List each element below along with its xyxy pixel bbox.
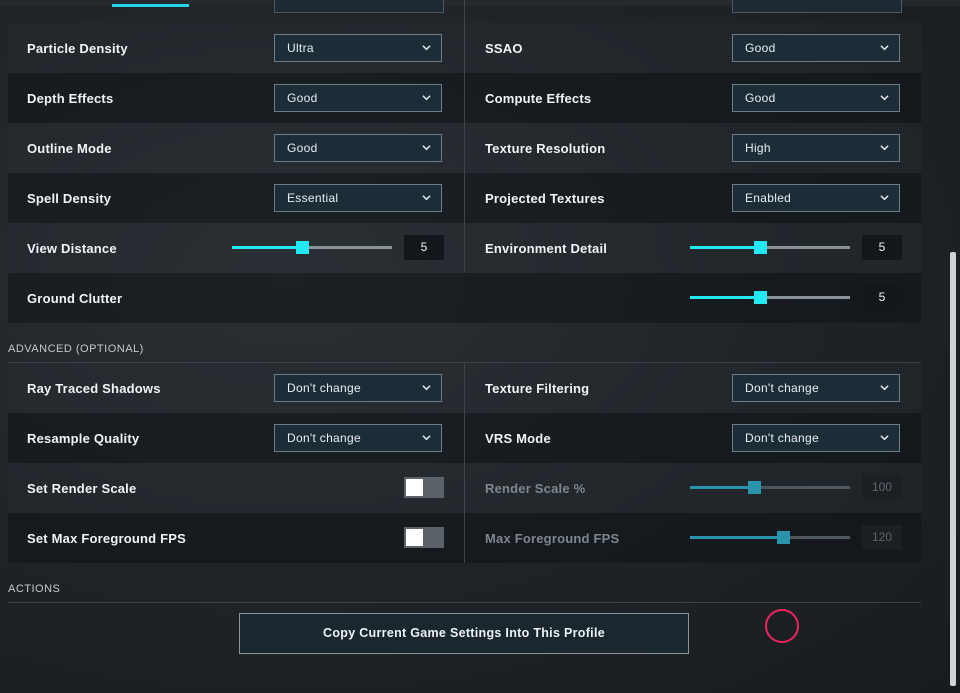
- column-divider: [464, 0, 465, 273]
- set-max-foreground-fps-label: Set Max Foreground FPS: [27, 531, 186, 546]
- texture-resolution-label: Texture Resolution: [485, 141, 606, 156]
- select-value: Don't change: [745, 381, 819, 395]
- texture-resolution-select[interactable]: High: [732, 134, 900, 162]
- chevron-down-icon: [422, 45, 431, 51]
- partial-select-left[interactable]: [274, 0, 444, 13]
- ray-traced-shadows-label: Ray Traced Shadows: [27, 381, 161, 396]
- section-divider: [8, 602, 921, 603]
- set-render-scale-toggle[interactable]: [404, 477, 444, 498]
- select-value: High: [745, 141, 771, 155]
- select-value: Good: [745, 41, 776, 55]
- render-scale-value: 100: [862, 475, 902, 500]
- chevron-down-icon: [880, 195, 889, 201]
- projected-textures-select[interactable]: Enabled: [732, 184, 900, 212]
- actions-section-title: ACTIONS: [8, 583, 61, 595]
- select-value: Good: [287, 141, 318, 155]
- select-value: Don't change: [287, 431, 361, 445]
- ssao-select[interactable]: Good: [732, 34, 900, 62]
- set-render-scale-label: Set Render Scale: [27, 481, 137, 496]
- chevron-down-icon: [422, 95, 431, 101]
- chevron-down-icon: [422, 195, 431, 201]
- outline-mode-label: Outline Mode: [27, 141, 112, 156]
- projected-textures-label: Projected Textures: [485, 191, 605, 206]
- active-tab-indicator: [112, 4, 189, 7]
- slider-fill: [690, 296, 760, 299]
- outline-mode-select[interactable]: Good: [274, 134, 442, 162]
- toggle-knob: [406, 529, 423, 546]
- environment-detail-slider[interactable]: [690, 240, 850, 256]
- ground-clutter-value[interactable]: 5: [862, 285, 902, 310]
- ssao-label: SSAO: [485, 41, 523, 56]
- resample-quality-select[interactable]: Don't change: [274, 424, 442, 452]
- environment-detail-value[interactable]: 5: [862, 235, 902, 260]
- select-value: Essential: [287, 191, 339, 205]
- spell-density-label: Spell Density: [27, 191, 112, 206]
- vrs-mode-label: VRS Mode: [485, 431, 551, 446]
- select-value: Enabled: [745, 191, 792, 205]
- ray-traced-shadows-select[interactable]: Don't change: [274, 374, 442, 402]
- view-distance-slider[interactable]: [232, 240, 392, 256]
- select-value: Good: [745, 91, 776, 105]
- compute-effects-select[interactable]: Good: [732, 84, 900, 112]
- compute-effects-label: Compute Effects: [485, 91, 592, 106]
- max-foreground-fps-label: Max Foreground FPS: [485, 531, 620, 546]
- chevron-down-icon: [880, 45, 889, 51]
- partial-select-right[interactable]: [732, 0, 902, 13]
- max-foreground-fps-slider: [690, 530, 850, 546]
- toggle-knob: [406, 479, 423, 496]
- select-value: Don't change: [745, 431, 819, 445]
- slider-thumb[interactable]: [754, 241, 767, 254]
- slider-thumb: [777, 531, 790, 544]
- texture-filtering-label: Texture Filtering: [485, 381, 590, 396]
- render-scale-label: Render Scale %: [485, 481, 586, 496]
- scrollbar-thumb[interactable]: [950, 252, 956, 686]
- chevron-down-icon: [422, 385, 431, 391]
- select-value: Ultra: [287, 41, 314, 55]
- slider-thumb: [748, 481, 761, 494]
- select-value: Don't change: [287, 381, 361, 395]
- select-value: Good: [287, 91, 318, 105]
- vrs-mode-select[interactable]: Don't change: [732, 424, 900, 452]
- cursor-ring-icon: [765, 609, 799, 643]
- view-distance-value[interactable]: 5: [404, 235, 444, 260]
- slider-thumb[interactable]: [296, 241, 309, 254]
- view-distance-label: View Distance: [27, 241, 117, 256]
- advanced-section-title: ADVANCED (OPTIONAL): [8, 343, 144, 355]
- slider-fill: [232, 246, 302, 249]
- column-divider: [464, 363, 465, 563]
- ground-clutter-slider[interactable]: [690, 290, 850, 306]
- texture-filtering-select[interactable]: Don't change: [732, 374, 900, 402]
- chevron-down-icon: [880, 95, 889, 101]
- environment-detail-label: Environment Detail: [485, 241, 608, 256]
- copy-current-settings-button[interactable]: Copy Current Game Settings Into This Pro…: [239, 613, 689, 654]
- chevron-down-icon: [422, 145, 431, 151]
- particle-density-select[interactable]: Ultra: [274, 34, 442, 62]
- set-max-foreground-fps-toggle[interactable]: [404, 527, 444, 548]
- render-scale-slider: [690, 480, 850, 496]
- spell-density-select[interactable]: Essential: [274, 184, 442, 212]
- depth-effects-select[interactable]: Good: [274, 84, 442, 112]
- depth-effects-label: Depth Effects: [27, 91, 114, 106]
- chevron-down-icon: [880, 145, 889, 151]
- chevron-down-icon: [880, 435, 889, 441]
- chevron-down-icon: [422, 435, 431, 441]
- ground-clutter-label: Ground Clutter: [27, 291, 123, 306]
- slider-fill: [690, 536, 783, 539]
- slider-thumb[interactable]: [754, 291, 767, 304]
- slider-fill: [690, 246, 760, 249]
- resample-quality-label: Resample Quality: [27, 431, 140, 446]
- max-foreground-fps-value: 120: [862, 525, 902, 550]
- slider-fill: [690, 486, 754, 489]
- chevron-down-icon: [880, 385, 889, 391]
- particle-density-label: Particle Density: [27, 41, 128, 56]
